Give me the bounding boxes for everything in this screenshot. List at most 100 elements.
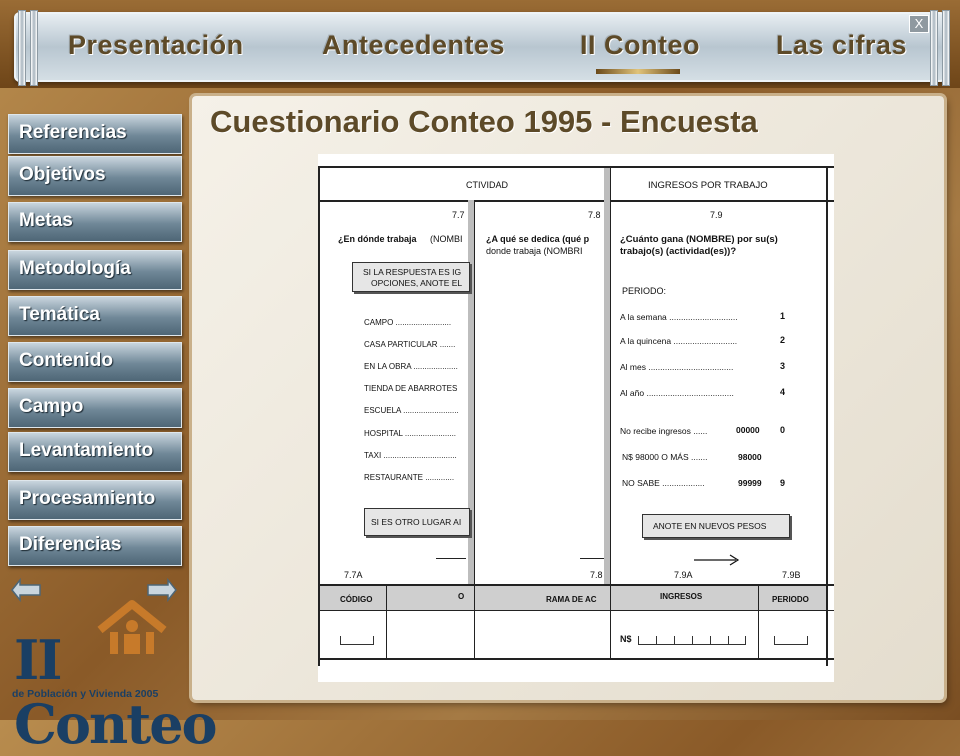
sidebar-item-label: Objetivos xyxy=(19,164,106,185)
top-navigation-bar: Presentación Antecedentes II Conteo Las … xyxy=(0,0,960,88)
sidebar-item-metodologia[interactable]: Metodología xyxy=(8,250,182,290)
footer-code: 7.9A xyxy=(674,570,693,580)
q79-period-code: 2 xyxy=(780,335,786,345)
nav-las-cifras[interactable]: Las cifras xyxy=(776,30,907,61)
left-pillar-decoration xyxy=(18,10,26,86)
q79-special-code: 0 xyxy=(780,425,786,435)
header-ingresos: INGRESOS POR TRABAJO xyxy=(648,180,768,191)
q77-option: RESTAURANTE ............. xyxy=(364,473,455,482)
sidebar-item-label: Diferencias xyxy=(19,534,122,555)
conteo-logo: II Conteo de Población y Vivienda 2005 xyxy=(10,598,218,756)
sidebar-item-campo[interactable]: Campo xyxy=(8,388,182,428)
nav-presentacion[interactable]: Presentación xyxy=(68,30,244,61)
q79-note-box: ANOTE EN NUEVOS PESOS xyxy=(642,514,790,538)
sidebar-item-procesamiento[interactable]: Procesamiento xyxy=(8,480,182,520)
q77-option: CAMPO ......................... xyxy=(364,318,452,327)
doc-rule xyxy=(826,166,828,666)
logo-subtitle: de Población y Vivienda 2005 xyxy=(12,688,159,700)
doc-rule xyxy=(436,558,466,559)
q79-special-option: NO SABE .................. xyxy=(622,478,705,488)
q79-periodo-label: PERIODO: xyxy=(622,286,667,296)
page-title: Cuestionario Conteo 1995 - Encuesta xyxy=(210,104,758,139)
q77-question: ¿En dónde trabaja xyxy=(338,234,417,244)
doc-rule xyxy=(386,586,387,658)
sidebar-item-label: Referencias xyxy=(19,122,127,143)
footer-col-codigo: CÓDIGO xyxy=(340,595,373,604)
q79-number: 7.9 xyxy=(710,210,723,220)
q79-special-value: 98000 xyxy=(738,452,762,462)
q77-option: TIENDA DE ABARROTES xyxy=(364,384,458,393)
right-pillar-decoration xyxy=(930,10,938,86)
sidebar-item-levantamiento[interactable]: Levantamiento xyxy=(8,432,182,472)
sidebar-item-metas[interactable]: Metas xyxy=(8,202,182,242)
sidebar-item-tematica[interactable]: Temática xyxy=(8,296,182,336)
q79-special-option: N$ 98000 O MÁS ....... xyxy=(622,452,708,462)
questionnaire-document: CTIVIDAD INGRESOS POR TRABAJO 7.7 ¿En dó… xyxy=(318,154,834,682)
sidebar-item-label: Temática xyxy=(19,304,100,325)
left-pillar-decoration xyxy=(30,10,38,86)
q79-period-code: 1 xyxy=(780,311,786,321)
doc-rule xyxy=(318,658,834,660)
active-nav-indicator xyxy=(596,69,680,74)
q79-special-option: No recibe ingresos ...... xyxy=(620,426,708,436)
sidebar-item-label: Metodología xyxy=(19,258,131,279)
q79-special-value: 00000 xyxy=(736,425,760,435)
right-pillar-decoration xyxy=(942,10,950,86)
close-button[interactable]: X xyxy=(909,15,929,33)
currency-label: N$ xyxy=(620,634,632,644)
nav-antecedentes[interactable]: Antecedentes xyxy=(322,30,505,61)
footer-code: 7.9B xyxy=(782,570,801,580)
sidebar-item-label: Contenido xyxy=(19,350,113,371)
sidebar-item-contenido[interactable]: Contenido xyxy=(8,342,182,382)
q77-instruction-box: SI LA RESPUESTA ES IG OPCIONES, ANOTE EL xyxy=(352,262,470,292)
q79-special-code: 9 xyxy=(780,478,786,488)
q79-period-option: A la semana ............................… xyxy=(620,312,738,322)
q79-note-label: ANOTE EN NUEVOS PESOS xyxy=(653,521,767,531)
q77-instruction-line: OPCIONES, ANOTE EL xyxy=(371,278,463,288)
footer-code: 7.7A xyxy=(344,570,363,580)
q77-option: CASA PARTICULAR ....... xyxy=(364,340,456,349)
sidebar-item-label: Procesamiento xyxy=(19,488,156,509)
sidebar-item-diferencias[interactable]: Diferencias xyxy=(8,526,182,566)
q78-number: 7.8 xyxy=(588,210,601,220)
footer-col-o: O xyxy=(458,592,465,601)
q77-option: ESCUELA ......................... xyxy=(364,406,459,415)
footer-code: 7.8 xyxy=(590,570,603,580)
doc-rule xyxy=(318,166,834,168)
q77-other-label: SI ES OTRO LUGAR AI xyxy=(371,517,462,527)
q79-period-code: 3 xyxy=(780,361,786,371)
q79-period-option: Al mes .................................… xyxy=(620,362,734,372)
q78-question-rest: donde trabaja (NOMBRI xyxy=(486,246,583,256)
q79-question: ¿Cuánto gana (NOMBRE) por su(s) trabajo(… xyxy=(620,234,778,257)
q77-option: HOSPITAL ....................... xyxy=(364,429,457,438)
q77-instruction-line: SI LA RESPUESTA ES IG xyxy=(363,267,462,277)
q79-period-option: A la quincena ..........................… xyxy=(620,336,738,346)
codigo-input-mark xyxy=(340,636,374,645)
sidebar-item-referencias[interactable]: Referencias xyxy=(8,114,182,154)
header-actividad: CTIVIDAD xyxy=(466,180,509,190)
periodo-input-mark xyxy=(774,636,808,645)
footer-col-rama: RAMA DE AC xyxy=(546,595,597,604)
doc-rule xyxy=(580,558,604,559)
q77-number: 7.7 xyxy=(452,210,465,220)
doc-rule xyxy=(474,586,475,658)
doc-rule xyxy=(610,168,611,584)
doc-rule xyxy=(610,586,611,658)
q77-option: TAXI ................................. xyxy=(364,451,457,460)
sidebar-item-objetivos[interactable]: Objetivos xyxy=(8,156,182,196)
q79-period-code: 4 xyxy=(780,387,786,397)
doc-rule xyxy=(318,610,834,611)
q79-special-value: 99999 xyxy=(738,478,762,488)
q77-option: EN LA OBRA .................... xyxy=(364,362,458,371)
right-arrow-icon xyxy=(694,554,740,566)
doc-rule xyxy=(318,200,834,202)
q77-other-box: SI ES OTRO LUGAR AI xyxy=(364,508,470,536)
questionnaire-image: CTIVIDAD INGRESOS POR TRABAJO 7.7 ¿En dó… xyxy=(318,154,834,682)
doc-rule xyxy=(758,586,759,658)
nav-ii-conteo[interactable]: II Conteo xyxy=(580,30,700,61)
q79-period-option: Al año .................................… xyxy=(620,388,734,398)
footer-col-periodo: PERIODO xyxy=(772,595,809,604)
sidebar-item-label: Campo xyxy=(19,396,84,417)
q77-question-rest: (NOMBI xyxy=(430,234,463,244)
sidebar-item-label: Metas xyxy=(19,210,73,231)
